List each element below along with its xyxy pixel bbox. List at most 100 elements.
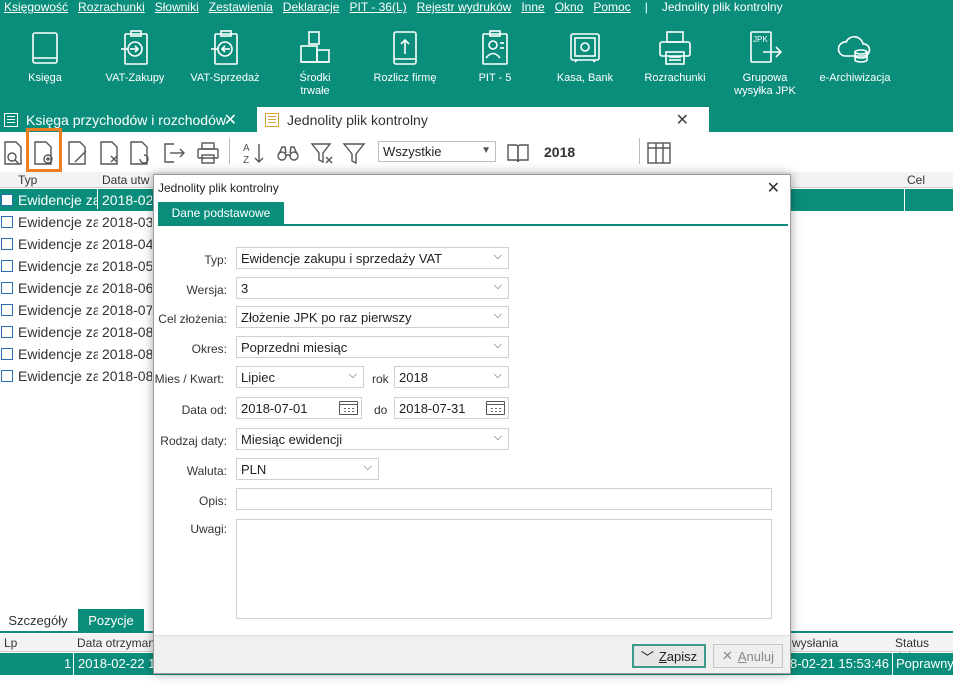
menu-ksiegowosc[interactable]: Księgowość	[4, 0, 68, 14]
cancel-button[interactable]: ✕ Anuluj	[713, 644, 783, 668]
columns-icon[interactable]	[647, 140, 671, 166]
wersja-select[interactable]: 3 ⌵	[236, 277, 509, 299]
calendar-icon[interactable]	[339, 401, 358, 415]
ribbon-rozlicz-firme-button[interactable]: Rozlicz firmę	[360, 14, 450, 107]
uwagi-label: Uwagi:	[190, 522, 227, 536]
ribbon-grupowa-wysylka-button[interactable]: JPK Grupowa wysyłka JPK	[720, 14, 810, 107]
miesiac-select[interactable]: Lipiec ⌵	[236, 366, 364, 388]
filter-clear-icon[interactable]	[310, 140, 334, 166]
ribbon: Księga VAT-Zakupy VAT-Sprzedaż Środki tr…	[0, 14, 953, 107]
filter-select[interactable]: Wszystkie ▼	[378, 141, 496, 162]
tab-jednolity-plik[interactable]: Jednolity plik kontrolny ✕	[257, 107, 709, 132]
data-od-field[interactable]: 2018-07-01	[236, 397, 362, 419]
menu-pomoc[interactable]: Pomoc	[593, 0, 630, 14]
col-header-data-otrzymania[interactable]: Data otrzyman	[77, 636, 155, 650]
waluta-select[interactable]: PLN ⌵	[236, 458, 379, 480]
ribbon-kasa-bank-button[interactable]: Kasa, Bank	[540, 14, 630, 107]
typ-select[interactable]: Ewidencje zakupu i sprzedaży VAT ⌵	[236, 247, 509, 269]
ribbon-e-archiwizacja-button[interactable]: e-Archiwizacja	[810, 14, 900, 107]
binoculars-icon[interactable]	[276, 140, 300, 166]
tab-szczegoly[interactable]: Szczegóły	[0, 609, 76, 631]
refresh-document-icon[interactable]	[128, 140, 152, 166]
cell-typ: Ewidencje zak	[18, 280, 98, 296]
row-checkbox[interactable]	[1, 216, 13, 228]
ribbon-ksiega-button[interactable]: Księga	[0, 14, 90, 107]
add-document-highlight	[26, 128, 62, 172]
preview-document-icon[interactable]	[2, 140, 26, 166]
chevron-down-icon: ⌵	[493, 431, 502, 443]
menu-bar: Księgowość Rozrachunki Słowniki Zestawie…	[0, 0, 953, 14]
cell-data: 2018-04-	[102, 236, 152, 252]
sort-az-icon[interactable]: AZ	[242, 140, 266, 166]
menu-rejestr-wydrukow[interactable]: Rejestr wydruków	[417, 0, 512, 14]
ribbon-rozrachunki-button[interactable]: Rozrachunki	[630, 14, 720, 107]
data-od-value: 2018-07-01	[241, 401, 308, 416]
export-icon[interactable]	[162, 140, 186, 166]
row-checkbox[interactable]	[1, 282, 13, 294]
menu-active-window[interactable]: Jednolity plik kontrolny	[662, 0, 783, 14]
row-checkbox[interactable]	[1, 238, 13, 250]
okres-value: Poprzedni miesiąc	[241, 340, 348, 355]
cel-zlozenia-select[interactable]: Złożenie JPK po raz pierwszy ⌵	[236, 306, 509, 328]
print-icon[interactable]	[196, 140, 220, 166]
delete-document-icon[interactable]	[98, 140, 122, 166]
save-label: apisz	[666, 648, 698, 664]
col-header-cel[interactable]: Cel	[907, 173, 925, 187]
tab-pozycje[interactable]: Pozycje	[78, 609, 144, 631]
cell-data: 2018-05-	[102, 258, 152, 274]
col-header-lp[interactable]: Lp	[4, 636, 17, 650]
uwagi-textarea[interactable]	[236, 519, 772, 619]
menu-inne[interactable]: Inne	[521, 0, 544, 14]
ribbon-label: VAT-Zakupy	[105, 72, 165, 84]
cell-data: 2018-07-	[102, 302, 152, 318]
row-checkbox[interactable]	[1, 370, 13, 382]
ribbon-srodki-trwale-button[interactable]: Środki trwałe	[270, 14, 360, 107]
ribbon-label-2: wysyłka JPK	[734, 85, 796, 97]
row-checkbox[interactable]	[1, 194, 13, 206]
save-button[interactable]: ﹀ Zapisz	[632, 644, 706, 668]
tab-dane-podstawowe[interactable]: Dane podstawowe	[158, 202, 284, 224]
okres-select[interactable]: Poprzedni miesiąc ⌵	[236, 336, 509, 358]
ribbon-vat-sprzedaz-button[interactable]: VAT-Sprzedaż	[180, 14, 270, 107]
cell-typ: Ewidencje zak	[18, 302, 98, 318]
menu-rozrachunki[interactable]: Rozrachunki	[78, 0, 145, 14]
edit-document-icon[interactable]	[66, 140, 90, 166]
ribbon-label: e-Archiwizacja	[819, 72, 891, 84]
menu-slowniki[interactable]: Słowniki	[155, 0, 199, 14]
tab-close-icon[interactable]: ✕	[224, 110, 237, 130]
ribbon-label: Księga	[28, 72, 62, 84]
chevron-down-icon: ⌵	[493, 309, 502, 321]
close-icon[interactable]: ✕	[767, 178, 780, 198]
rodzaj-daty-select[interactable]: Miesiąc ewidencji ⌵	[236, 428, 509, 450]
cell-data: 2018-02-	[102, 192, 152, 208]
menu-pit36[interactable]: PIT - 36(L)	[349, 0, 406, 14]
col-header-data[interactable]: Data utw	[102, 173, 149, 187]
open-book-icon[interactable]	[506, 140, 530, 166]
data-do-field[interactable]: 2018-07-31	[394, 397, 509, 419]
row-checkbox[interactable]	[1, 326, 13, 338]
chevron-down-icon: ⌵	[493, 280, 502, 292]
ribbon-vat-zakupy-button[interactable]: VAT-Zakupy	[90, 14, 180, 107]
row-checkbox[interactable]	[1, 304, 13, 316]
menu-deklaracje[interactable]: Deklaracje	[283, 0, 340, 14]
do-label: do	[374, 403, 388, 417]
col-header-typ[interactable]: Typ	[18, 173, 37, 187]
ribbon-pit5-button[interactable]: PIT - 5	[450, 14, 540, 107]
opis-input[interactable]	[236, 488, 772, 510]
menu-zestawienia[interactable]: Zestawienia	[209, 0, 273, 14]
calendar-icon[interactable]	[486, 401, 505, 415]
person-document-icon	[482, 30, 508, 65]
ribbon-label-2: trwałe	[300, 85, 330, 97]
rok-select[interactable]: 2018 ⌵	[394, 366, 509, 388]
col-header-data-wyslania[interactable]: wysłania	[792, 636, 838, 650]
filter-icon[interactable]	[342, 140, 366, 166]
tab-close-icon[interactable]: ✕	[676, 110, 689, 130]
row-checkbox[interactable]	[1, 348, 13, 360]
cancel-label: nuluj	[746, 648, 775, 664]
printer-icon	[659, 31, 691, 65]
row-checkbox[interactable]	[1, 260, 13, 272]
document-out-icon	[211, 30, 238, 65]
cell-data: 2018-03-	[102, 214, 152, 230]
data-od-label: Data od:	[181, 403, 227, 417]
menu-okno[interactable]: Okno	[555, 0, 584, 14]
